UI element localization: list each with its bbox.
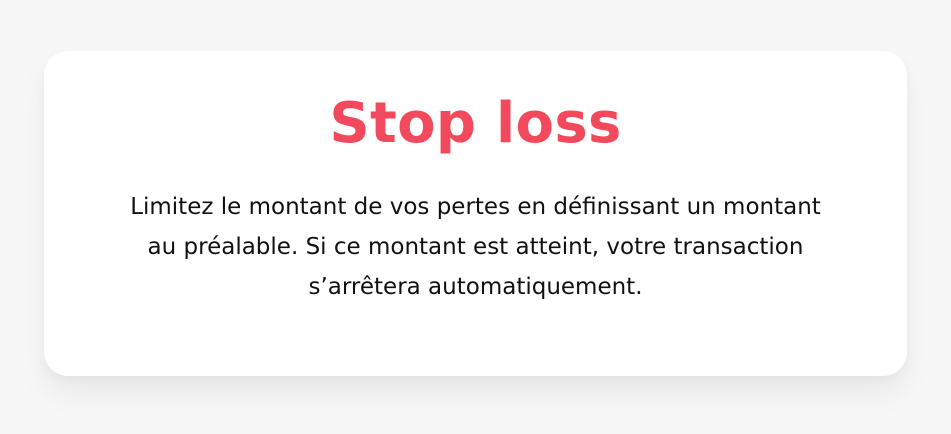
card-description: Limitez le montant de vos pertes en défi… — [130, 194, 821, 300]
info-card: Stop loss Limitez le montant de vos pert… — [44, 51, 907, 376]
card-title: Stop loss — [329, 91, 622, 156]
